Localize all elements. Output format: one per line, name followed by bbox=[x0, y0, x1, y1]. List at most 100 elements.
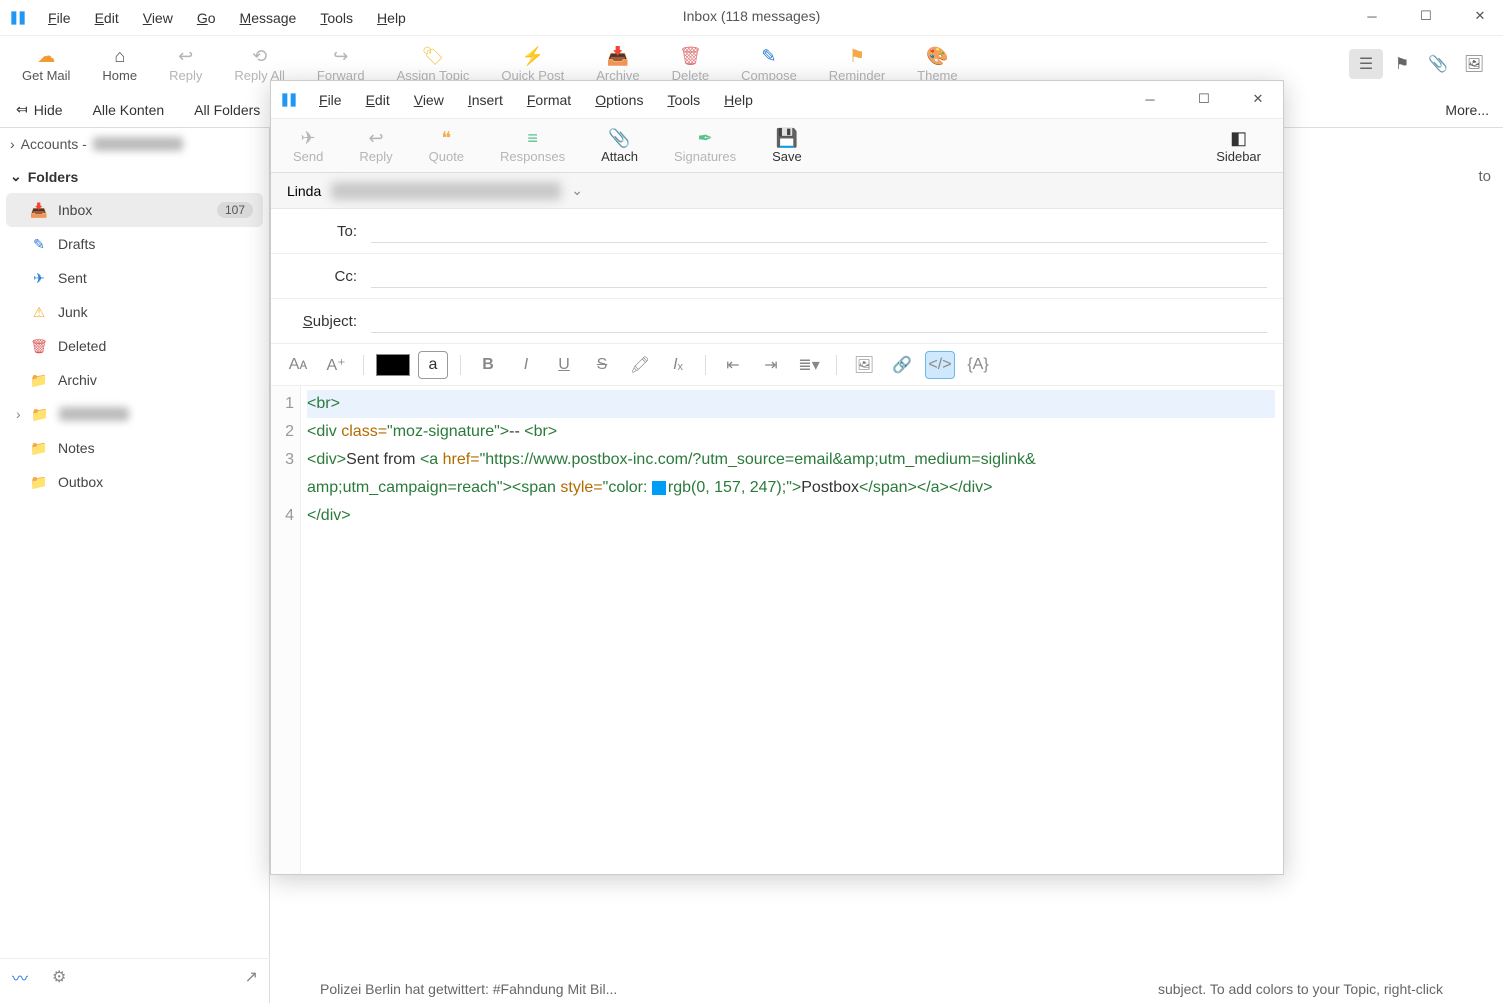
cc-input[interactable] bbox=[371, 264, 1267, 288]
font-smaller-button[interactable]: Aᴀ bbox=[283, 351, 313, 379]
close-button[interactable]: ✕ bbox=[1463, 4, 1497, 28]
indent-button[interactable]: ⇥ bbox=[756, 351, 786, 379]
insert-link-button[interactable]: 🔗 bbox=[887, 351, 917, 379]
menu-tools[interactable]: Tools bbox=[308, 6, 365, 30]
html-source-editor[interactable]: 1234 <br><div class="moz-signature">-- <… bbox=[271, 386, 1283, 874]
reminder-button[interactable]: ⚑Reminder bbox=[813, 44, 901, 85]
from-row: Linda ⌄ bbox=[271, 173, 1283, 209]
settings-icon[interactable]: ⚙ bbox=[52, 967, 66, 987]
text-color-swatch[interactable] bbox=[376, 354, 410, 376]
compose-menu-file[interactable]: File bbox=[307, 88, 354, 112]
home-button[interactable]: ⌂Home bbox=[86, 44, 153, 85]
sidebar-item-inbox[interactable]: 📥 Inbox 107 bbox=[6, 193, 263, 227]
sidebar-item-redacted[interactable]: › 📁 xx bbox=[0, 397, 269, 431]
code-token: <br> bbox=[524, 423, 557, 440]
menu-help[interactable]: Help bbox=[365, 6, 418, 30]
menu-go[interactable]: Go bbox=[185, 6, 228, 30]
sidebar: › Accounts - xx ⌄ Folders 📥 Inbox 107 ✎ … bbox=[0, 128, 270, 1003]
attach-button[interactable]: 📎Attach bbox=[583, 125, 656, 166]
image-filter-toggle[interactable]: 🖼 bbox=[1457, 49, 1491, 79]
compose-menu-options[interactable]: Options bbox=[583, 88, 655, 112]
assign-topic-button[interactable]: 🏷Assign Topic bbox=[381, 44, 486, 85]
theme-button[interactable]: 🎨Theme bbox=[901, 44, 973, 85]
clear-format-button[interactable]: Iₓ bbox=[663, 351, 693, 379]
code-token: </div> bbox=[949, 479, 993, 496]
menu-file[interactable]: File bbox=[36, 6, 83, 30]
more-button[interactable]: More... bbox=[1445, 102, 1497, 118]
compose-menu-tools[interactable]: Tools bbox=[655, 88, 712, 112]
compose-reply-button[interactable]: ↩Reply bbox=[341, 125, 410, 166]
sidebar-item-drafts[interactable]: ✎ Drafts bbox=[0, 227, 269, 261]
compose-menu-edit[interactable]: Edit bbox=[354, 88, 402, 112]
flag-filter-toggle[interactable]: ⚑ bbox=[1385, 49, 1419, 79]
quick-post-button[interactable]: ⚡Quick Post bbox=[485, 44, 580, 85]
font-larger-button[interactable]: A⁺ bbox=[321, 351, 351, 379]
compose-close-button[interactable]: ✕ bbox=[1241, 87, 1275, 111]
sidebar-item-outbox[interactable]: 📁 Outbox bbox=[0, 465, 269, 499]
minimize-button[interactable]: ─ bbox=[1355, 4, 1389, 28]
compose-menu-view[interactable]: View bbox=[402, 88, 456, 112]
insert-image-button[interactable]: 🖼 bbox=[849, 351, 879, 379]
accounts-header[interactable]: › Accounts - xx bbox=[0, 128, 269, 160]
quote-button[interactable]: ❝Quote bbox=[411, 125, 482, 166]
tab-all-folders[interactable]: All Folders bbox=[184, 98, 270, 122]
to-label: To: bbox=[287, 223, 357, 240]
underline-button[interactable]: U bbox=[549, 351, 579, 379]
responses-button[interactable]: ≡Responses bbox=[482, 125, 583, 166]
sidebar-item-deleted[interactable]: 🗑 Deleted bbox=[0, 329, 269, 363]
to-input[interactable] bbox=[371, 219, 1267, 243]
sidebar-item-junk[interactable]: ⚠ Junk bbox=[0, 295, 269, 329]
highlight-button[interactable]: 🖍 bbox=[625, 351, 655, 379]
hide-label: Hide bbox=[34, 102, 63, 118]
forward-button[interactable]: ↪Forward bbox=[301, 44, 381, 85]
get-mail-button[interactable]: ☁Get Mail bbox=[6, 44, 86, 85]
hide-sidebar-button[interactable]: ⤆Hide bbox=[6, 97, 73, 122]
html-source-button[interactable]: </> bbox=[925, 351, 955, 379]
reply-all-button[interactable]: ⟲Reply All bbox=[218, 44, 301, 85]
signatures-button[interactable]: ✒Signatures bbox=[656, 125, 754, 166]
subject-label: Subject: bbox=[287, 313, 357, 330]
menu-view[interactable]: View bbox=[131, 6, 185, 30]
compose-menu-help[interactable]: Help bbox=[712, 88, 765, 112]
sidebar-item-sent[interactable]: ✈ Sent bbox=[0, 261, 269, 295]
code-token: Postbox bbox=[801, 479, 859, 496]
palette-icon: 🎨 bbox=[926, 46, 948, 68]
compose-menu-insert[interactable]: Insert bbox=[456, 88, 515, 112]
menu-edit[interactable]: Edit bbox=[83, 6, 131, 30]
reply-button[interactable]: ↩Reply bbox=[153, 44, 218, 85]
code-block-button[interactable]: {A} bbox=[963, 351, 993, 379]
compose-shortcut-icon[interactable]: ↗ bbox=[245, 967, 258, 987]
sidebar-toggle-button[interactable]: ◧Sidebar bbox=[1198, 125, 1279, 166]
list-view-toggle[interactable]: ☰ bbox=[1349, 49, 1383, 79]
outdent-button[interactable]: ⇤ bbox=[718, 351, 748, 379]
sidebar-item-archiv[interactable]: 📁 Archiv bbox=[0, 363, 269, 397]
save-button[interactable]: 💾Save bbox=[754, 125, 820, 166]
attachment-filter-toggle[interactable]: 📎 bbox=[1421, 49, 1455, 79]
compose-menubar: File Edit View Insert Format Options Too… bbox=[271, 81, 1283, 119]
status-icon[interactable]: 〰 bbox=[12, 965, 28, 989]
list-button[interactable]: ≣▾ bbox=[794, 351, 824, 379]
compose-maximize-button[interactable]: ☐ bbox=[1187, 87, 1221, 111]
code-content[interactable]: <br><div class="moz-signature">-- <br> <… bbox=[301, 386, 1283, 874]
warning-icon: ⚠ bbox=[30, 303, 48, 321]
panel-icon: ◧ bbox=[1230, 127, 1247, 149]
send-button[interactable]: ✈Send bbox=[275, 125, 341, 166]
app-icon bbox=[8, 8, 28, 28]
tab-all-accounts[interactable]: Alle Konten bbox=[83, 98, 175, 122]
compose-minimize-button[interactable]: ─ bbox=[1133, 87, 1167, 111]
bold-button[interactable]: B bbox=[473, 351, 503, 379]
menu-message[interactable]: Message bbox=[228, 6, 309, 30]
folders-header[interactable]: ⌄ Folders bbox=[0, 160, 269, 193]
maximize-button[interactable]: ☐ bbox=[1409, 4, 1443, 28]
delete-button[interactable]: 🗑Delete bbox=[656, 44, 726, 85]
italic-button[interactable]: I bbox=[511, 351, 541, 379]
code-token: style= bbox=[560, 479, 602, 496]
background-color-button[interactable]: a bbox=[418, 351, 448, 379]
compose-button[interactable]: ✎Compose bbox=[725, 44, 813, 85]
chevron-down-icon[interactable]: ⌄ bbox=[571, 182, 583, 199]
compose-menu-format[interactable]: Format bbox=[515, 88, 583, 112]
sidebar-item-notes[interactable]: 📁 Notes bbox=[0, 431, 269, 465]
strikethrough-button[interactable]: S bbox=[587, 351, 617, 379]
archive-button[interactable]: 📥Archive bbox=[580, 44, 655, 85]
subject-input[interactable] bbox=[371, 309, 1267, 333]
